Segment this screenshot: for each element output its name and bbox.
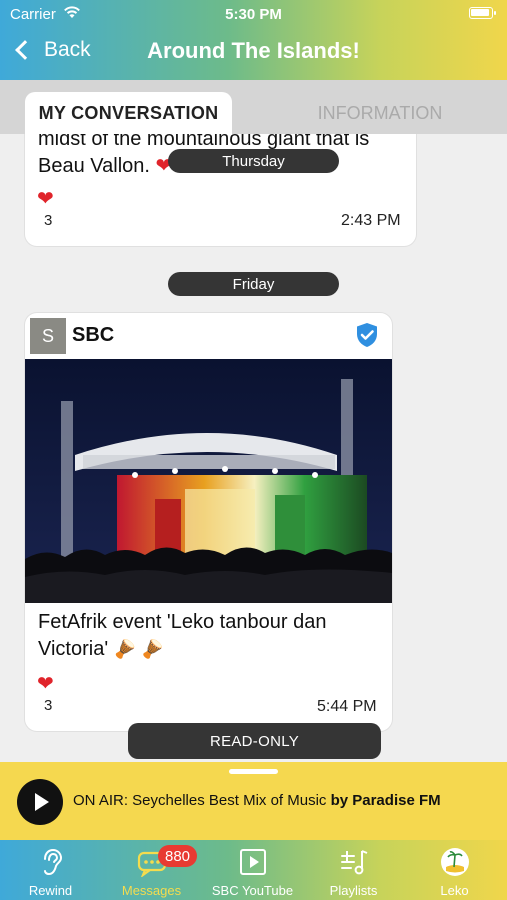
tab-rewind[interactable]: Rewind: [0, 840, 101, 900]
play-button[interactable]: [17, 779, 63, 825]
page-title-text: Around The Islands!: [147, 38, 360, 63]
status-bar: Carrier 5:30 PM: [0, 0, 507, 28]
page-title: Around The Islands!: [0, 38, 507, 64]
header: Carrier 5:30 PM Back Around The Islands!: [0, 0, 507, 80]
on-air-prefix: ON AIR: Seychelles Best Mix of Music: [73, 792, 331, 809]
reaction-count: 3: [44, 212, 53, 229]
tab-label: Leko: [440, 883, 469, 898]
day-separator-thursday: Thursday: [168, 149, 339, 173]
drag-handle[interactable]: [229, 769, 278, 774]
tab-label: Messages: [121, 883, 182, 898]
tab-label: Rewind: [28, 883, 73, 898]
on-air-text: ON AIR: Seychelles Best Mix of Music by …: [73, 792, 441, 809]
tab-information[interactable]: INFORMATION: [275, 92, 485, 134]
tab-playlists[interactable]: Playlists: [303, 840, 404, 900]
message-bubble[interactable]: S SBC FetAfrik event 'Leko tanbour dan V…: [25, 313, 392, 731]
message-text-body: FetAfrik event 'Leko tanbour dan Victori…: [38, 611, 327, 660]
tab-bar: Rewind Messages 880 SBC YouTube Playlist…: [0, 840, 507, 900]
unread-badge: 880: [158, 845, 198, 867]
message-text: FetAfrik event 'Leko tanbour dan Victori…: [38, 609, 378, 663]
tab-label: SBC YouTube: [211, 883, 294, 898]
heart-icon[interactable]: ❤: [37, 186, 54, 211]
play-square-icon: [240, 849, 266, 875]
tab-sbc-youtube[interactable]: SBC YouTube: [202, 840, 303, 900]
tab-label: Playlists: [329, 883, 378, 898]
reaction-count: 3: [44, 697, 53, 714]
status-time: 5:30 PM: [225, 6, 282, 23]
battery-icon: [469, 7, 496, 19]
on-air-station: by Paradise FM: [330, 792, 441, 809]
segment-tabs: MY CONVERSATION INFORMATION: [0, 80, 507, 134]
heart-icon[interactable]: ❤: [37, 671, 54, 696]
leko-logo-icon: [441, 848, 469, 876]
playlist-icon: [341, 850, 368, 875]
read-only-banner: READ-ONLY: [128, 723, 381, 759]
tab-leko[interactable]: Leko: [404, 840, 505, 900]
verified-shield-icon: [357, 323, 377, 347]
message-time: 2:43 PM: [341, 212, 401, 229]
drum-emoji-icon: 🪘 🪘: [113, 639, 164, 659]
tab-my-conversation[interactable]: MY CONVERSATION: [25, 92, 232, 134]
message-time: 5:44 PM: [317, 698, 377, 715]
ear-icon: [44, 848, 63, 876]
sender-name: SBC: [72, 324, 115, 346]
avatar: S: [30, 318, 66, 354]
now-playing-bar[interactable]: ON AIR: Seychelles Best Mix of Music by …: [0, 762, 507, 840]
day-separator-friday: Friday: [168, 272, 339, 296]
chat-area[interactable]: midst of the mountainous giant that is B…: [0, 134, 507, 762]
concert-stage-photo[interactable]: [25, 359, 392, 603]
